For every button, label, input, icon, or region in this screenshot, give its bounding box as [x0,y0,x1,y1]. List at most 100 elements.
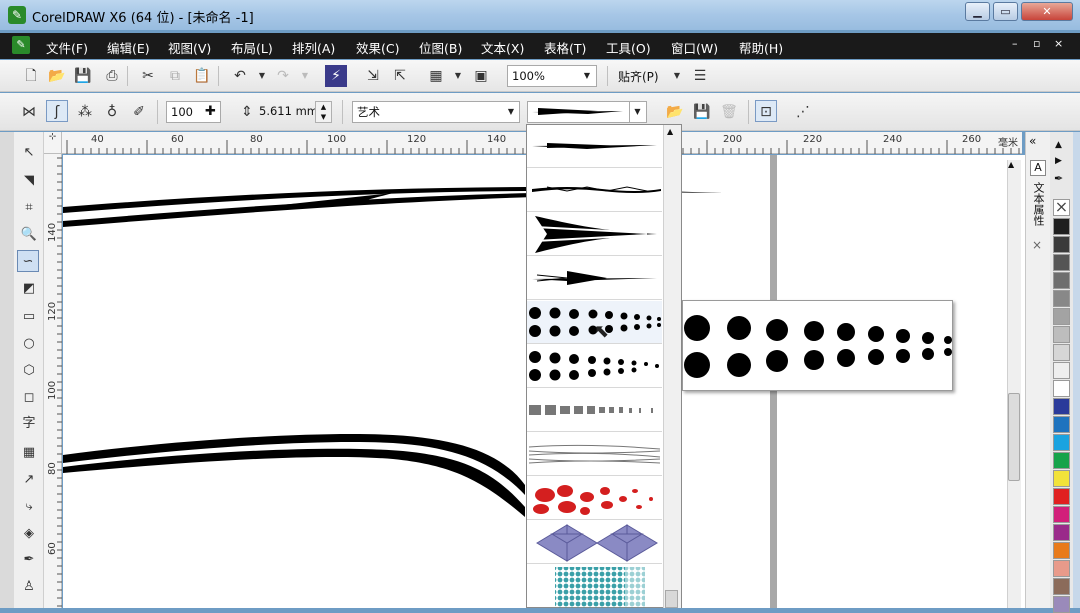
transform-icon[interactable]: ⋰ [792,101,814,123]
maximize-button[interactable]: ▭ [993,2,1018,21]
browse-folder-icon[interactable]: 📂 [664,101,686,123]
palette-scroll-up-icon[interactable]: ▲ [1055,140,1062,150]
menu-text[interactable]: 文本(X) [481,38,524,57]
color-swatch[interactable] [1053,434,1070,451]
print-icon[interactable]: ⎙ [101,65,123,87]
doc-minimize-button[interactable]: – [1012,37,1018,50]
width-spinner[interactable]: ▲ ▼ [315,101,332,123]
menu-layout[interactable]: 布局(L) [231,38,273,57]
color-swatch[interactable] [1053,380,1070,397]
snap-dropdown-icon[interactable]: ▼ [666,65,688,87]
list-scroll-up-icon[interactable]: ▲ [667,127,673,136]
crop-tool-icon[interactable]: ⌗ [18,197,40,219]
color-swatch[interactable] [1053,218,1070,235]
connector-tool-icon[interactable]: ⤷ [18,496,40,518]
table-tool-icon[interactable]: ▦ [18,442,40,464]
color-swatch[interactable] [1053,254,1070,271]
scrollbar-thumb[interactable] [1008,393,1020,481]
doc-restore-button[interactable]: ▫ [1033,37,1040,50]
color-swatch[interactable] [1053,416,1070,433]
save-artistic-icon[interactable]: 💾 [691,101,713,123]
launcher-dropdown-icon[interactable]: ▼ [447,65,469,87]
color-swatch[interactable] [1053,560,1070,577]
color-swatch[interactable] [1053,290,1070,307]
color-swatch[interactable] [1053,488,1070,505]
stroke-option-2[interactable] [527,169,662,212]
stroke-width-value[interactable]: 5.611 mm [259,104,318,118]
document-icon[interactable]: ✎ [12,36,30,54]
open-folder-icon[interactable]: 📂 [46,65,68,87]
scroll-up-icon[interactable]: ▲ [1008,160,1014,169]
close-button[interactable]: ✕ [1021,2,1073,21]
zoom-tool-icon[interactable]: 🔍 [18,224,40,246]
smoothing-field[interactable]: 100 ✚ [166,101,221,123]
no-color-swatch[interactable]: ⨯ [1053,199,1070,216]
color-swatch[interactable] [1053,452,1070,469]
palette-menu-icon[interactable]: ▶ [1055,156,1062,166]
application-launcher-icon[interactable]: ▦ [425,65,447,87]
brush-stroke-select[interactable]: ▼ [527,101,647,123]
sprayer-icon[interactable]: ⁂ [74,101,96,123]
preset-category-select[interactable]: 艺术 ▼ [352,101,520,123]
color-swatch[interactable] [1053,596,1070,613]
undo-icon[interactable]: ↶ [229,65,251,87]
stroke-option-purple-triangles[interactable] [527,521,662,564]
smart-fill-tool-icon[interactable]: ◩ [18,278,40,300]
rectangle-tool-icon[interactable]: ▭ [18,306,40,328]
artistic-media-tool-icon[interactable]: ∽ [17,250,39,272]
interactive-effects-tool-icon[interactable]: ◈ [18,523,40,545]
export-icon[interactable]: ⇱ [389,65,411,87]
list-scrollbar[interactable] [663,125,681,608]
menu-help[interactable]: 帮助(H) [739,38,783,57]
stroke-option-lines[interactable] [527,433,662,476]
vertical-scrollbar[interactable] [1007,160,1021,608]
ruler-origin[interactable]: ⊹ [44,132,62,154]
polygon-tool-icon[interactable]: ⬡ [18,360,40,382]
options-icon[interactable]: ☰ [689,65,711,87]
eyedropper-tool-icon[interactable]: ✒ [18,549,40,571]
list-scrollbar-thumb[interactable] [665,590,678,608]
new-document-icon[interactable]: 🗋 [20,65,42,87]
docker-collapse-icon[interactable]: « [1029,134,1036,148]
eyedropper-icon[interactable]: ✒ [1054,172,1063,185]
menu-arrange[interactable]: 排列(A) [292,38,335,57]
calligraphic-icon[interactable]: ♁ [101,101,123,123]
color-swatch[interactable] [1053,344,1070,361]
color-swatch[interactable] [1053,578,1070,595]
pressure-icon[interactable]: ✐ [128,101,150,123]
color-swatch[interactable] [1053,236,1070,253]
import-icon[interactable]: ⇲ [362,65,384,87]
color-swatch[interactable] [1053,506,1070,523]
docker-tab-text-properties[interactable]: 文本属性 [1031,182,1045,226]
dimension-tool-icon[interactable]: ↗ [18,469,40,491]
cut-icon[interactable]: ✂ [137,65,159,87]
stroke-option-4[interactable] [527,257,662,300]
redo-icon[interactable]: ↷ [272,65,294,87]
copy-icon[interactable]: ⧉ [164,65,186,87]
redo-dropdown-icon[interactable]: ▼ [294,65,316,87]
menu-tools[interactable]: 工具(O) [606,38,651,57]
color-swatch[interactable] [1053,542,1070,559]
ellipse-tool-icon[interactable]: ○ [18,333,40,355]
doc-close-button[interactable]: × [1054,37,1063,50]
stroke-option-teal-halftone[interactable] [527,565,662,608]
snap-to-menu[interactable]: 贴齐(P) [618,68,659,85]
text-properties-icon[interactable]: A [1030,160,1046,176]
undo-dropdown-icon[interactable]: ▼ [251,65,273,87]
zoom-level-field[interactable]: 100% ▼ [507,65,597,87]
stroke-option-1[interactable] [527,125,662,168]
shape-tool-icon[interactable]: ◥ [18,170,40,192]
delete-icon[interactable]: 🗑 [718,101,740,123]
color-swatch[interactable] [1053,308,1070,325]
save-icon[interactable]: 💾 [72,65,94,87]
preset-tool-icon[interactable]: ⋈ [18,101,40,123]
pick-tool-icon[interactable]: ↖ [18,142,40,164]
basic-shapes-tool-icon[interactable]: ◻ [18,387,40,409]
text-tool-icon[interactable]: 字 [18,413,40,435]
color-swatch[interactable] [1053,272,1070,289]
menu-window[interactable]: 窗口(W) [671,38,718,57]
menu-effects[interactable]: 效果(C) [356,38,399,57]
paste-icon[interactable]: 📋 [191,65,213,87]
object-selection-icon[interactable]: ⊡ [755,100,777,122]
minimize-button[interactable]: ▁ [965,2,990,21]
